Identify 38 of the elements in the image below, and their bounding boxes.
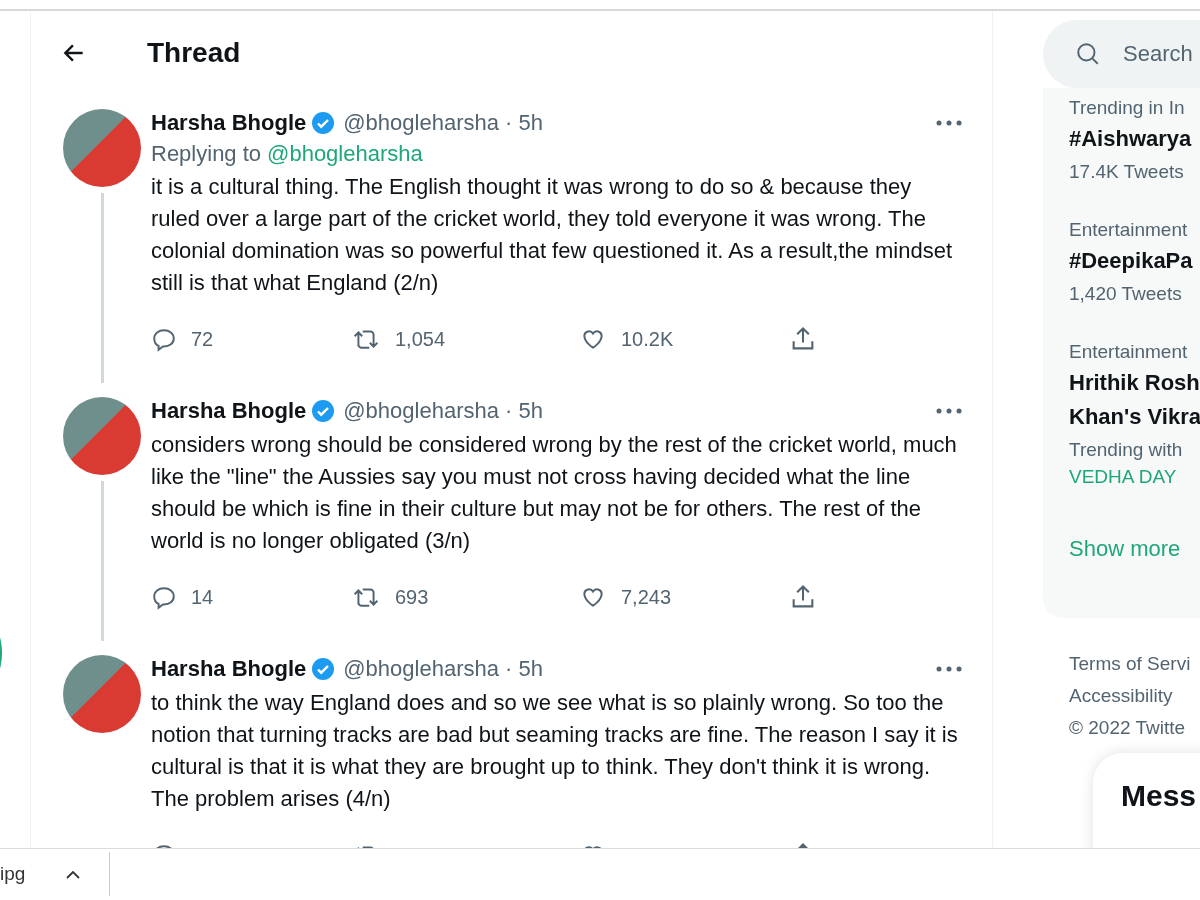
author-name[interactable]: Harsha Bhogle: [151, 110, 307, 136]
tweet-text: to think the way England does and so we see what is so plainly wrong. So too the notion that turning tracks are bad but seaming tracks are fine. The reason I say it is cultural is that it is what they are brought up to think. They don't think it is wrong. The problem arises (4/n): [151, 689, 959, 813]
retweet-count: 693: [395, 585, 429, 609]
more-options-icon[interactable]: [936, 408, 962, 414]
trend-context: Entertainment: [1069, 218, 1189, 242]
handle-and-time: @bhogleharsha · 5h: [343, 656, 543, 682]
like-count: 7,243: [621, 585, 672, 609]
reply-count: 14: [191, 585, 214, 609]
more-options-icon[interactable]: [936, 666, 962, 672]
tweet-text: considers wrong should be considered wrong by the rest of the cricket world, much like the "line" the Aussies say you must not cross having decided what the line should be which is fine in their culture but may not be for others. The rest of the world is no longer obligated (3/n): [151, 431, 958, 555]
tweet-count: 17.4K Tweets: [1069, 160, 1185, 184]
trend-context: Trending in In: [1069, 96, 1186, 120]
more-options-icon[interactable]: [936, 120, 962, 126]
caret-up-icon[interactable]: [65, 869, 82, 880]
handle-and-time: @bhogleharsha · 5h: [343, 110, 543, 136]
reply-icon[interactable]: [151, 584, 177, 610]
author-name[interactable]: Harsha Bhogle: [151, 656, 307, 682]
footer-link[interactable]: Terms of Servi: [1069, 648, 1200, 680]
replying-label: Replying to: [151, 141, 262, 167]
download-file-name[interactable]: ipg: [0, 863, 26, 886]
reply-icon[interactable]: [151, 326, 177, 352]
retweet-count: 1,054: [395, 327, 446, 351]
search-icon: [1075, 41, 1101, 67]
like-count: 10.2K: [621, 327, 674, 351]
footer-link[interactable]: © 2022 Twitte: [1069, 712, 1200, 744]
trend-title[interactable]: #Aishwarya: [1069, 122, 1200, 156]
search-field[interactable]: Search: [1043, 20, 1200, 88]
messages-drawer[interactable]: Mess: [1093, 753, 1200, 848]
tweet-count: 1,420 Tweets: [1069, 282, 1183, 306]
tweet-text: it is a cultural thing. The English thought it was wrong to do so & because they ruled over a large part of the cricket world, they told everyone it was wrong. The colonial domination was so powerful that few questioned it. As a result,the mindset still is that what England (2/n): [151, 173, 953, 297]
reply-count: 72: [191, 327, 214, 351]
handle-and-time: @bhogleharsha · 5h: [343, 398, 543, 424]
trending-with-label: Trending with: [1069, 438, 1184, 462]
page-title: Thread: [147, 37, 241, 69]
trend-context: Entertainment: [1069, 340, 1189, 364]
footer-link[interactable]: Accessibility: [1069, 680, 1200, 712]
author-name[interactable]: Harsha Bhogle: [151, 398, 307, 424]
trend-title[interactable]: #DeepikaPa: [1069, 244, 1200, 278]
